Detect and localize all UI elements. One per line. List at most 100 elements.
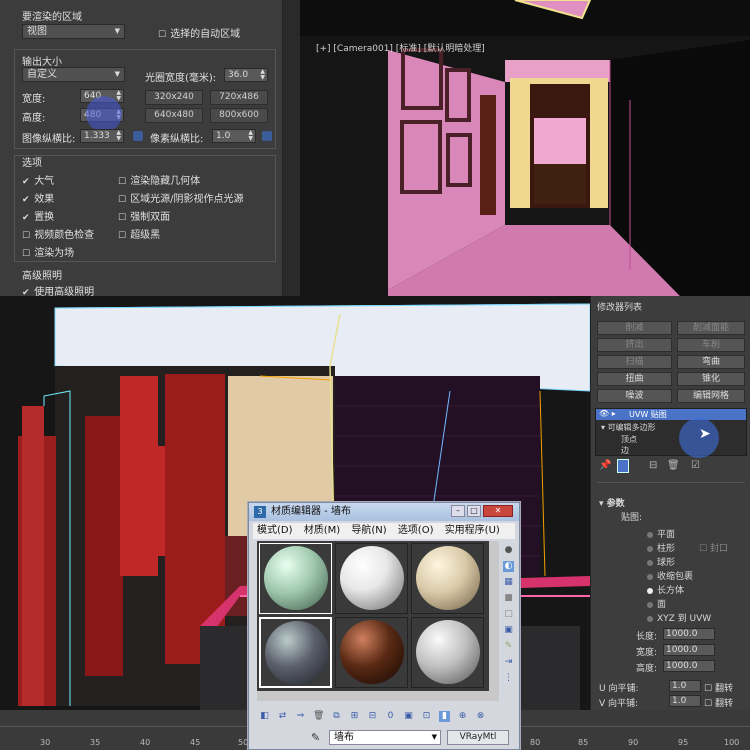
stack-item-vertex[interactable]: 顶点 — [621, 434, 637, 445]
modifier-button-lathe[interactable]: 车削 — [677, 338, 745, 352]
slots-scrollbar[interactable] — [489, 541, 499, 691]
mapping-radio-planar[interactable]: 平面 — [647, 527, 675, 540]
material-slot[interactable] — [411, 617, 484, 688]
close-button[interactable]: ✕ — [483, 505, 513, 517]
make-preview-icon[interactable]: ▣ — [503, 625, 514, 636]
auto-region-checkbox[interactable]: ☐ 选择的自动区域 — [158, 25, 240, 40]
put-to-scene-icon[interactable]: ⇄ — [277, 711, 288, 722]
modifier-button-bend[interactable]: 弯曲 — [677, 355, 745, 369]
height-spinner[interactable]: 1000.0 — [663, 660, 715, 672]
menu-mode[interactable]: 模式(D) — [257, 525, 293, 536]
render-to-fields-checkbox[interactable]: ☐ 渲染为场 — [22, 244, 74, 259]
v-flip-checkbox[interactable]: ☐ 翻转 — [704, 696, 733, 709]
modifier-button-sweep[interactable]: 扫描 — [597, 355, 672, 369]
atmosphere-checkbox[interactable]: ✔ 大气 — [22, 172, 54, 187]
displacement-checkbox[interactable]: ✔ 置换 — [22, 208, 54, 223]
width-spinner[interactable]: 1000.0 — [663, 644, 715, 656]
stack-item-editable-poly[interactable]: ▾ 可编辑多边形 — [601, 422, 656, 433]
aspect-spinner[interactable]: 1.333 ▲ ▼ — [80, 129, 124, 143]
modifier-button-taper[interactable]: 锥化 — [677, 372, 745, 386]
backlight-icon[interactable]: ◐ — [503, 561, 514, 572]
modifier-button-slice[interactable]: 削减 — [597, 321, 672, 335]
slots-hscrollbar[interactable] — [257, 691, 499, 701]
make-unique-icon[interactable]: ⊟ — [649, 460, 657, 471]
minimize-button[interactable]: – — [451, 505, 465, 517]
material-slot[interactable] — [335, 543, 408, 614]
modifier-button-edit-mesh[interactable]: 编辑网格 — [677, 389, 745, 403]
pick-material-icon[interactable]: ⊗ — [475, 711, 486, 722]
get-material-icon[interactable]: ◧ — [259, 711, 270, 722]
panel-scrollbar[interactable] — [283, 0, 300, 296]
render-hidden-checkbox[interactable]: ☐ 渲染隐藏几何体 — [118, 172, 200, 187]
modifier-button-slice-face[interactable]: 削减面能 — [677, 321, 745, 335]
uv-tiling-icon[interactable]: ■ — [503, 593, 514, 604]
put-to-library-icon[interactable]: ⊟ — [367, 711, 378, 722]
super-black-checkbox[interactable]: ☐ 超级黑 — [118, 226, 160, 241]
effects-checkbox[interactable]: ✔ 效果 — [22, 190, 54, 205]
lock-icon[interactable] — [262, 131, 272, 141]
pin-stack-icon[interactable]: 📌 — [599, 460, 611, 471]
go-to-parent-icon[interactable]: ▮ — [439, 711, 450, 722]
modifier-list-title[interactable]: 修改器列表 — [597, 300, 642, 313]
go-forward-sibling-icon[interactable]: ⊕ — [457, 711, 468, 722]
modifier-stack-selected[interactable] — [596, 409, 746, 420]
preset-320x240-button[interactable]: 320x240 — [145, 90, 203, 105]
material-map-navigator-icon[interactable]: ⋮ — [503, 673, 514, 684]
make-unique-icon[interactable]: ⊞ — [349, 711, 360, 722]
area-dropdown[interactable]: 视图 ▼ — [22, 24, 125, 39]
preset-800x600-button[interactable]: 800x600 — [210, 108, 268, 123]
pixel-aspect-spinner[interactable]: 1.0 ▲ ▼ — [212, 129, 256, 143]
cap-checkbox[interactable]: ☐ 封口 — [699, 541, 728, 554]
video-color-check-checkbox[interactable]: ☐ 视频颜色检查 — [22, 226, 94, 241]
material-name-field[interactable]: 墙布 ▼ — [329, 730, 441, 745]
menu-utilities[interactable]: 实用程序(U) — [445, 525, 500, 536]
u-tile-spinner[interactable]: 1.0 — [669, 680, 701, 692]
modifier-button-noise[interactable]: 噪波 — [597, 389, 672, 403]
material-slot[interactable] — [335, 617, 408, 688]
show-shaded-icon[interactable]: ▣ — [403, 711, 414, 722]
modifier-button-twist[interactable]: 扭曲 — [597, 372, 672, 386]
camera-viewport[interactable]: [+] [Camera001] [标准] [默认明暗处理] — [300, 0, 750, 296]
lock-icon[interactable] — [133, 131, 143, 141]
mapping-radio-cylindrical[interactable]: 柱形 — [647, 541, 675, 554]
area-lights-checkbox[interactable]: ☐ 区域光源/阴影视作点光源 — [118, 190, 244, 205]
material-id-icon[interactable]: 0 — [385, 711, 396, 722]
viewport-label[interactable]: [+] [Camera001] [标准] [默认明暗处理] — [316, 41, 485, 54]
mapping-radio-shrinkwrap[interactable]: 收缩包裹 — [647, 569, 693, 582]
mapping-radio-face[interactable]: 面 — [647, 597, 666, 610]
length-spinner[interactable]: 1000.0 — [663, 628, 715, 640]
options-icon[interactable]: ✎ — [503, 641, 514, 652]
eyedropper-icon[interactable]: ✎ — [311, 731, 320, 744]
menu-material[interactable]: 材质(M) — [304, 525, 340, 536]
preset-640x480-button[interactable]: 640x480 — [145, 108, 203, 123]
menu-options[interactable]: 选项(O) — [398, 525, 434, 536]
configure-sets-icon[interactable]: ☑ — [691, 460, 700, 471]
material-slot[interactable] — [259, 543, 332, 614]
mapping-radio-xyz-to-uvw[interactable]: XYZ 到 UVW — [647, 611, 711, 624]
v-tile-spinner[interactable]: 1.0 — [669, 695, 701, 707]
material-slot-active[interactable] — [259, 617, 332, 688]
stack-item-edge[interactable]: 边 — [621, 445, 629, 456]
stack-item-uvw-map[interactable]: UVW 贴图 — [629, 409, 667, 420]
eye-icon[interactable]: 👁 ▸ — [599, 409, 616, 418]
show-end-result-icon[interactable] — [617, 459, 629, 473]
params-rollout-title[interactable]: ▾ 参数 — [599, 496, 625, 509]
force-2sided-checkbox[interactable]: ☐ 强制双面 — [118, 208, 170, 223]
material-slot[interactable] — [411, 543, 484, 614]
sample-type-icon[interactable]: ● — [503, 545, 514, 556]
mapping-radio-spherical[interactable]: 球形 — [647, 555, 675, 568]
show-end-result-icon[interactable]: ⊡ — [421, 711, 432, 722]
material-type-button[interactable]: VRayMtl — [447, 730, 509, 745]
background-icon[interactable]: ▦ — [503, 577, 514, 588]
mapping-radio-box[interactable]: 长方体 — [647, 583, 684, 596]
assign-to-selection-icon[interactable]: ⇒ — [295, 711, 306, 722]
u-flip-checkbox[interactable]: ☐ 翻转 — [704, 681, 733, 694]
preset-720x486-button[interactable]: 720x486 — [210, 90, 268, 105]
aperture-spinner[interactable]: 36.0 ▲ ▼ — [224, 68, 268, 82]
select-by-material-icon[interactable]: ⇥ — [503, 657, 514, 668]
copy-material-icon[interactable]: ⧉ — [331, 711, 342, 722]
video-check-icon[interactable]: □ — [503, 609, 514, 620]
reset-icon[interactable]: 🗑 — [313, 711, 324, 722]
trash-icon[interactable]: 🗑 — [667, 460, 680, 471]
modifier-button-extrude[interactable]: 挤出 — [597, 338, 672, 352]
